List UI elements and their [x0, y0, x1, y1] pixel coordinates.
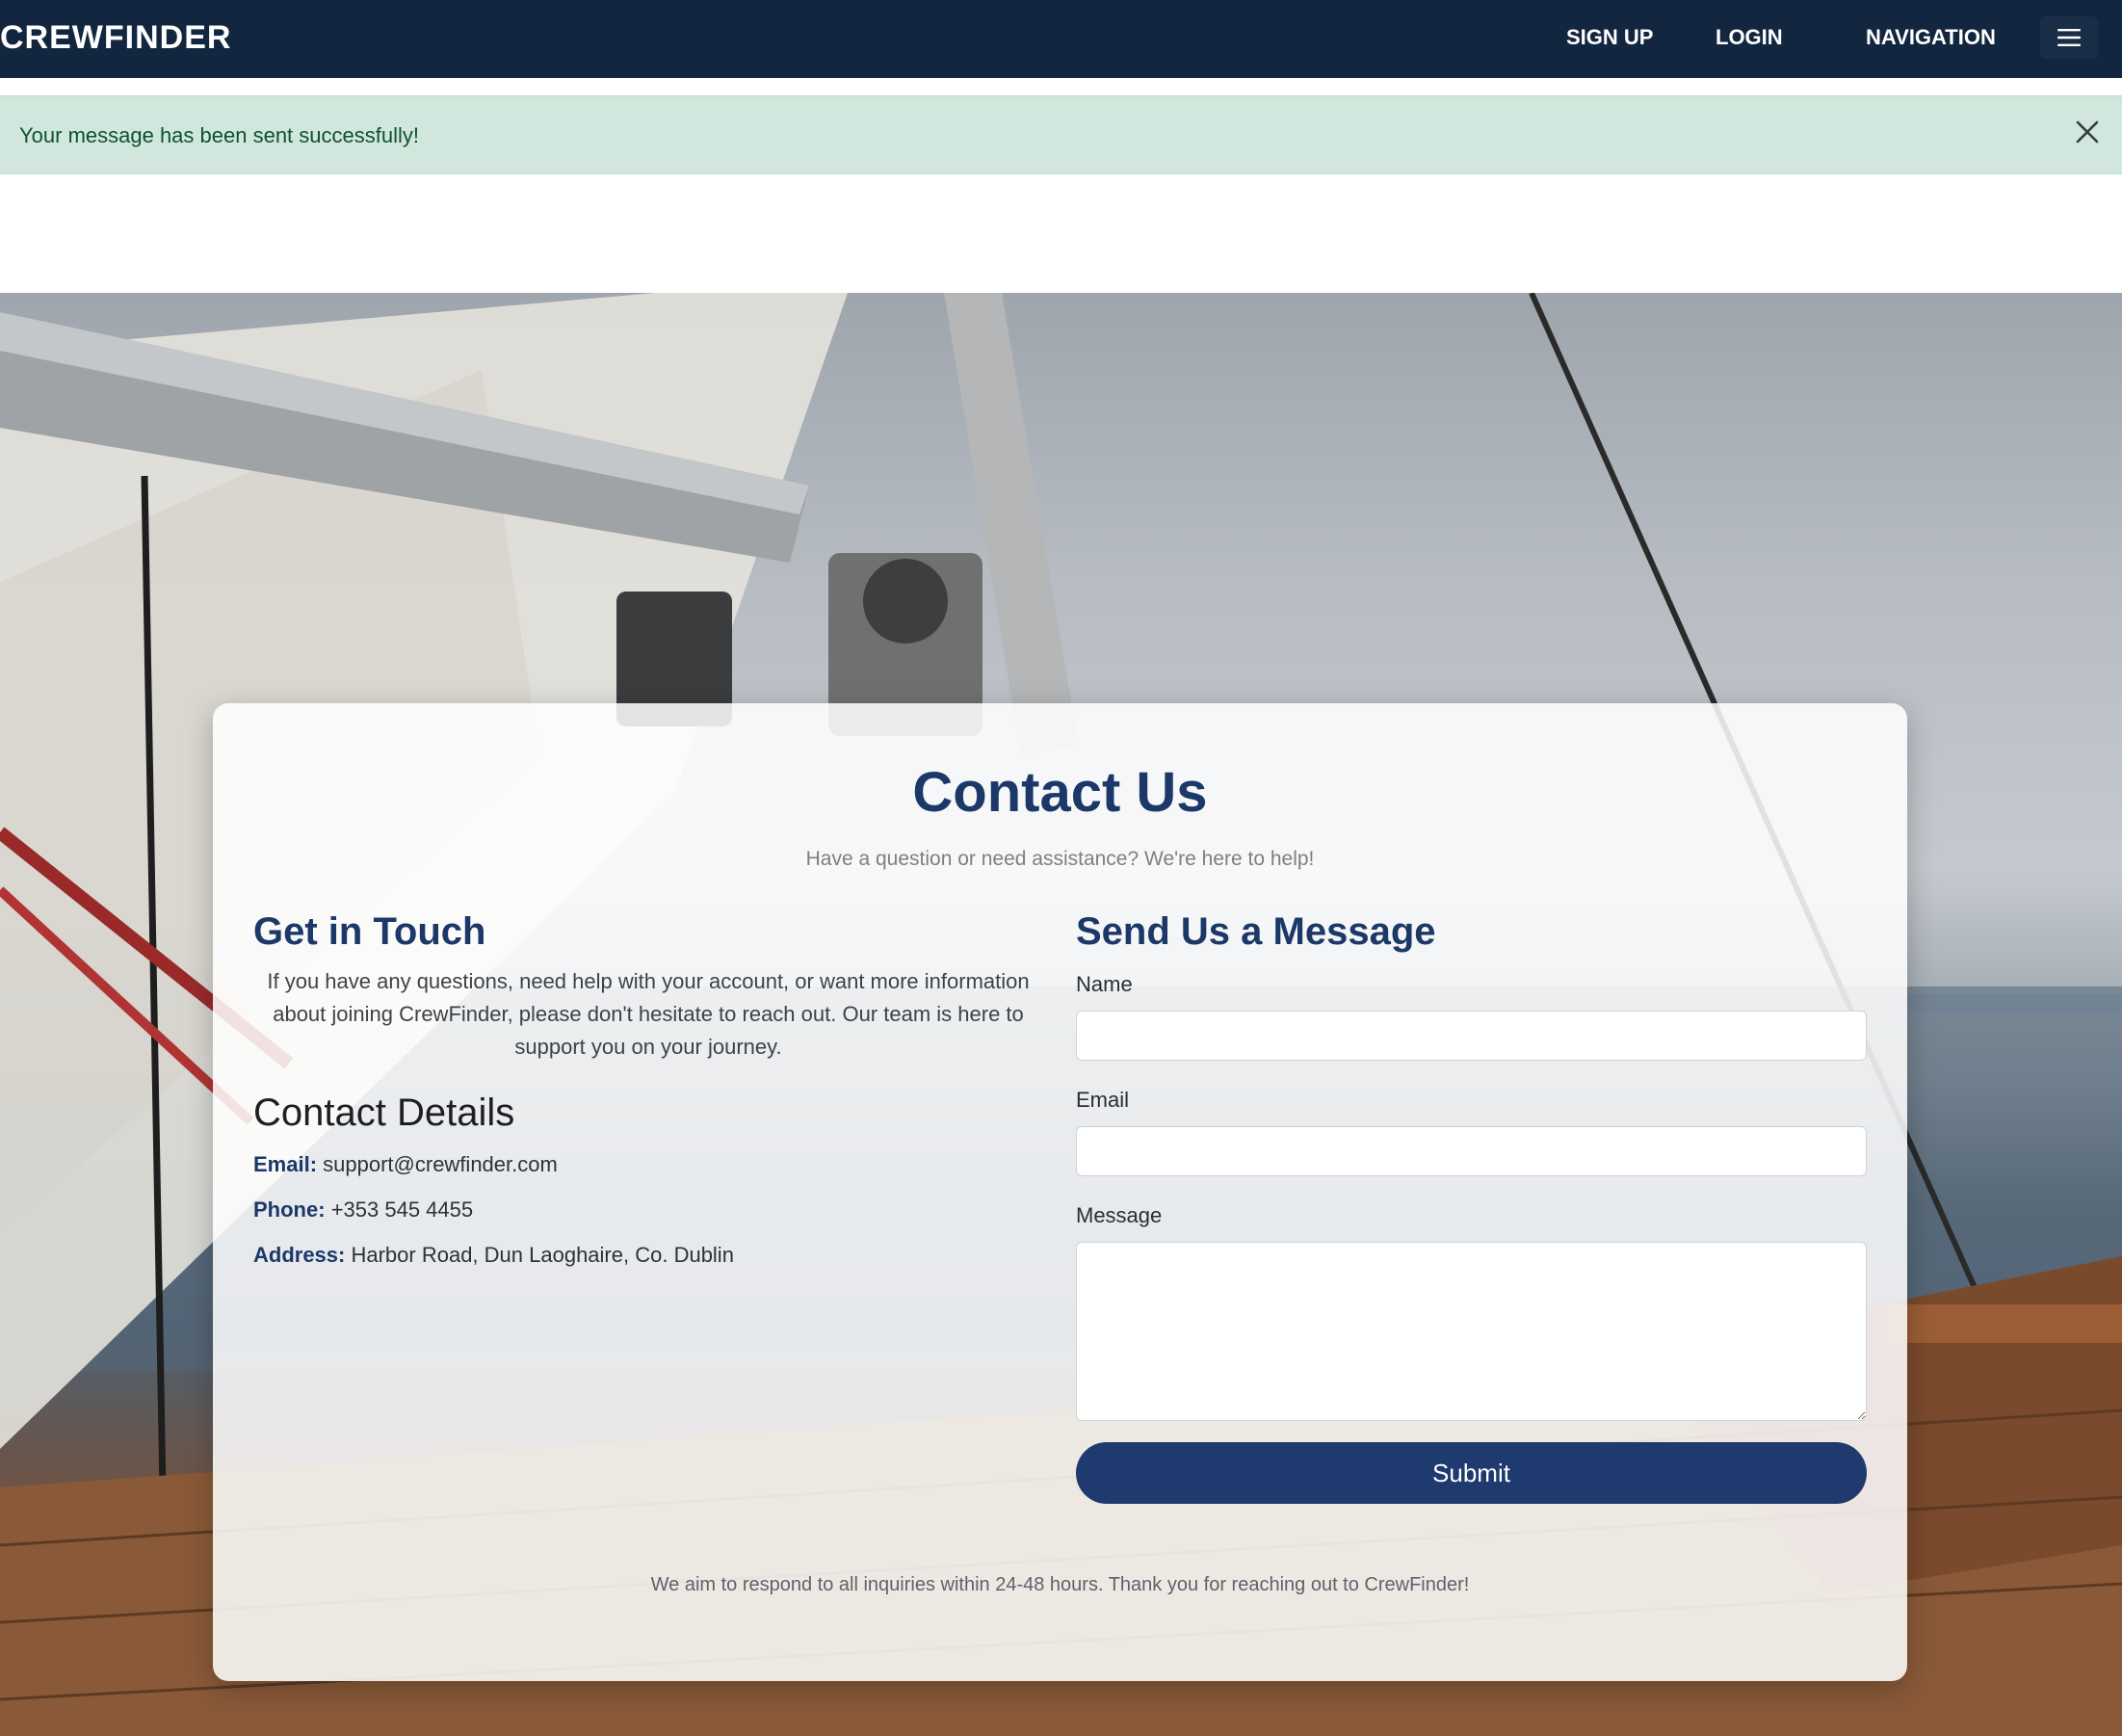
get-in-touch-text: If you have any questions, need help wit…	[267, 969, 1030, 1059]
phone-label: Phone:	[253, 1197, 326, 1222]
response-time-note: We aim to respond to all inquiries withi…	[650, 1574, 1470, 1595]
message-label: Message	[1076, 1203, 1163, 1227]
email-field-label: Email	[1076, 1088, 1130, 1112]
brand-logo[interactable]: CREWFINDER	[0, 16, 231, 59]
address-value: Harbor Road, Dun Laoghaire, Co. Dublin	[351, 1243, 734, 1267]
message-textarea[interactable]	[1076, 1242, 1867, 1421]
alert-message: Your message has been sent successfully!	[19, 123, 419, 147]
contact-card: Contact Us Have a question or need assis…	[213, 703, 1907, 1681]
hamburger-menu-icon[interactable]	[2040, 16, 2098, 59]
get-in-touch-heading: Get in Touch	[253, 910, 486, 953]
email-input[interactable]	[1076, 1126, 1867, 1176]
contact-email-row: Email: support@crewfinder.com	[253, 1148, 558, 1181]
navigation-link[interactable]: NAVIGATION	[1866, 21, 1996, 54]
address-label: Address:	[253, 1243, 346, 1267]
close-icon[interactable]	[2073, 118, 2102, 146]
contact-phone-row: Phone: +353 545 4455	[253, 1194, 473, 1226]
success-alert: Your message has been sent successfully!	[0, 95, 2122, 174]
contact-address-row: Address: Harbor Road, Dun Laoghaire, Co.…	[253, 1239, 734, 1272]
page-subtitle: Have a question or need assistance? We'r…	[805, 848, 1315, 870]
contact-details-heading: Contact Details	[253, 1092, 515, 1134]
login-link[interactable]: LOGIN	[1716, 21, 1783, 54]
page-title: Contact Us	[912, 761, 1208, 824]
submit-button[interactable]: Submit	[1076, 1442, 1867, 1504]
navbar: CREWFINDER SIGN UP LOGIN NAVIGATION	[0, 0, 2122, 78]
name-label: Name	[1076, 972, 1133, 996]
name-input[interactable]	[1076, 1011, 1867, 1061]
sign-up-link[interactable]: SIGN UP	[1566, 21, 1653, 54]
email-label: Email:	[253, 1152, 318, 1176]
email-value: support@crewfinder.com	[323, 1152, 558, 1176]
send-message-heading: Send Us a Message	[1076, 910, 1436, 953]
phone-value: +353 545 4455	[330, 1197, 474, 1222]
